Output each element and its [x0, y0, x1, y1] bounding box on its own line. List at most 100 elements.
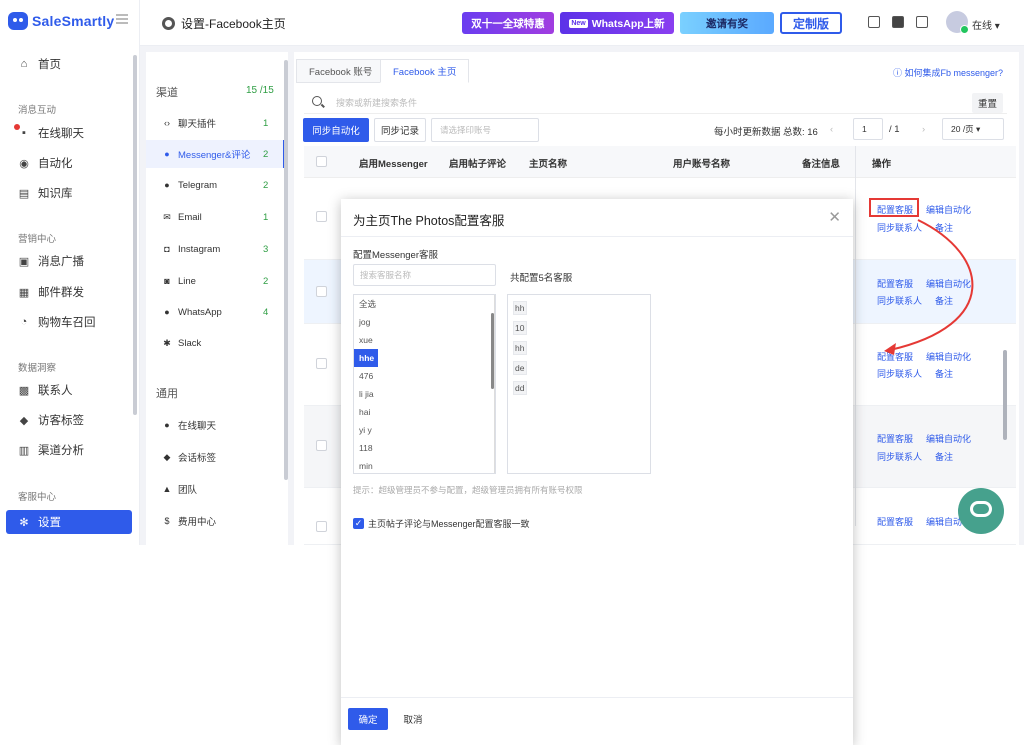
help-icon[interactable] [892, 16, 904, 28]
nav-channel-analysis[interactable]: ▥ 渠道分析 [6, 438, 132, 462]
nav-section-service: 客服中心 [18, 492, 57, 503]
sidebar-item-chat-plugin[interactable]: ‹› 聊天插件 1 [146, 109, 286, 137]
page-size-select[interactable]: 20 /页 ▾ [942, 118, 1004, 140]
search-icon [312, 96, 322, 106]
agent-search-input[interactable]: 搜索客服名称 [353, 264, 496, 286]
row-checkbox[interactable] [316, 440, 327, 451]
list-item[interactable]: yi y [354, 421, 378, 439]
check-icon: ✓ [353, 518, 364, 529]
next-page-icon[interactable]: › [922, 124, 925, 135]
prev-page-icon[interactable]: ‹ [830, 124, 833, 135]
row-checkbox[interactable] [316, 211, 327, 222]
search-placeholder: 搜索或新建搜索条件 [336, 98, 418, 108]
sidebar-item-slack[interactable]: ✱ Slack [146, 329, 286, 357]
sync-log-button[interactable]: 同步记录 [374, 118, 426, 142]
list-item[interactable]: xue [354, 331, 378, 349]
nav-broadcast[interactable]: ▣ 消息广播 [6, 249, 132, 273]
select-all-checkbox[interactable] [316, 156, 327, 167]
list-item-selected[interactable]: hhe [354, 349, 378, 367]
nav-home[interactable]: ⌂ 首页 [6, 52, 132, 76]
promo-invite-banner[interactable]: 邀请有奖 [680, 12, 774, 34]
list-item[interactable]: 118 [354, 439, 378, 457]
list-divider [494, 295, 495, 473]
row-checkbox[interactable] [316, 358, 327, 369]
left-nav-scrollbar[interactable] [133, 55, 137, 415]
page-title: 设置-Facebook主页 [162, 15, 286, 32]
cancel-button[interactable]: 取消 [393, 708, 433, 730]
brand[interactable]: SaleSmartly [8, 12, 114, 30]
help-link[interactable]: ⓘ 如何集成Fb messenger? [893, 66, 1003, 79]
sync-comments-checkbox[interactable]: ✓ 主页帖子评论与Messenger配置客服一致 [353, 517, 530, 530]
sync-contacts-link[interactable]: 同步联系人 [877, 367, 922, 380]
sidebar-item-instagram[interactable]: ◘ Instagram 3 [146, 235, 286, 263]
confirm-button[interactable]: 确定 [348, 708, 388, 730]
list-item[interactable]: hai [354, 403, 378, 421]
reset-button[interactable]: 重置 [971, 93, 1003, 113]
close-icon[interactable]: ✕ [828, 208, 841, 226]
tab-facebook-page[interactable]: Facebook 主页 [380, 59, 470, 83]
assigned-agent-tag[interactable]: hh [513, 301, 527, 315]
sync-contacts-link[interactable]: 同步联系人 [877, 450, 922, 463]
assigned-agent-tag[interactable]: de [513, 361, 527, 375]
robot-icon: ◉ [19, 157, 29, 170]
edit-automation-link[interactable]: 编辑自动化 [926, 432, 971, 445]
col-note: 备注信息 [802, 159, 841, 170]
list-item-select-all[interactable]: 全选 [354, 295, 378, 313]
nav-email-mass[interactable]: ▦ 邮件群发 [6, 280, 132, 304]
dialog-header-divider [341, 236, 853, 237]
nav-cart-recovery[interactable]: ◔ 购物车召回 [6, 310, 132, 334]
avatar[interactable] [946, 11, 969, 34]
nav-contacts[interactable]: ▩ 联系人 [6, 378, 132, 402]
chat-widget-button[interactable] [958, 488, 1004, 534]
assigned-agent-list: hh 10 hh de dd [507, 294, 651, 474]
list-item[interactable]: 476 [354, 367, 378, 385]
chat-icon: ▪ [22, 127, 26, 139]
menu-collapse-icon[interactable] [116, 14, 128, 24]
nav-live-chat[interactable]: ▪ 在线聊天 [6, 121, 132, 145]
account-select[interactable]: 请选择印账号 [431, 118, 539, 142]
config-agents-link[interactable]: 配置客服 [877, 432, 913, 445]
list-item[interactable]: jog [354, 313, 378, 331]
brand-name: SaleSmartly [32, 13, 115, 29]
tab-facebook-account[interactable]: Facebook 账号 [296, 59, 386, 83]
settings-sidebar-scrollbar[interactable] [284, 60, 288, 480]
nav-settings[interactable]: ✻ 设置 [6, 510, 132, 534]
assigned-agent-tag[interactable]: hh [513, 341, 527, 355]
sidebar-item-email[interactable]: ✉ Email 1 [146, 203, 286, 231]
search-bar[interactable]: 搜索或新建搜索条件 重置 [304, 90, 1007, 114]
screen-icon[interactable] [916, 16, 928, 28]
nav-visitor-tags[interactable]: ◆ 访客标签 [6, 408, 132, 432]
note-link[interactable]: 备注 [935, 450, 953, 463]
general-heading: 通用 [156, 388, 178, 400]
actions-column-divider [855, 146, 856, 526]
nav-knowledge-base[interactable]: ▤ 知识库 [6, 181, 132, 205]
list-item[interactable]: min [354, 457, 378, 473]
sidebar-item-session-tags[interactable]: ◆ 会话标签 [146, 443, 286, 471]
sidebar-item-billing[interactable]: $ 费用中心 [146, 507, 286, 535]
gear-icon [162, 17, 175, 30]
sidebar-item-whatsapp[interactable]: ● WhatsApp 4 [146, 298, 286, 326]
promo-whatsapp-banner[interactable]: New WhatsApp上新 [560, 12, 674, 34]
channels-heading: 渠道 [156, 87, 178, 99]
sidebar-item-telegram[interactable]: ● Telegram 2 [146, 171, 286, 199]
online-status[interactable]: 在线 ▾ [972, 17, 1000, 32]
promo-double11-banner[interactable]: 双十一全球特惠 [462, 12, 554, 34]
list-item[interactable]: li jia [354, 385, 378, 403]
sidebar-item-messenger[interactable]: ● Messenger&评论 2 [146, 140, 286, 168]
config-agents-link[interactable]: 配置客服 [877, 515, 913, 528]
instagram-icon: ◘ [164, 244, 170, 254]
sidebar-item-general-chat[interactable]: ● 在线聊天 [146, 411, 286, 439]
nav-automation[interactable]: ◉ 自动化 [6, 151, 132, 175]
page-input[interactable]: 1 [853, 118, 883, 140]
translate-icon[interactable] [868, 16, 880, 28]
row-checkbox[interactable] [316, 286, 327, 297]
note-link[interactable]: 备注 [935, 367, 953, 380]
sidebar-item-line[interactable]: ◙ Line 2 [146, 267, 286, 295]
sync-automation-button[interactable]: 同步自动化 [303, 118, 369, 142]
row-checkbox[interactable] [316, 521, 327, 532]
custom-edition-button[interactable]: 定制版 [780, 12, 842, 34]
sidebar-item-team[interactable]: ▲ 团队 [146, 475, 286, 503]
assigned-agent-tag[interactable]: dd [513, 381, 527, 395]
assigned-agent-tag[interactable]: 10 [513, 321, 527, 335]
config-agents-dialog: 为主页The Photos配置客服 ✕ 配置Messenger客服 搜索客服名称… [341, 199, 853, 745]
